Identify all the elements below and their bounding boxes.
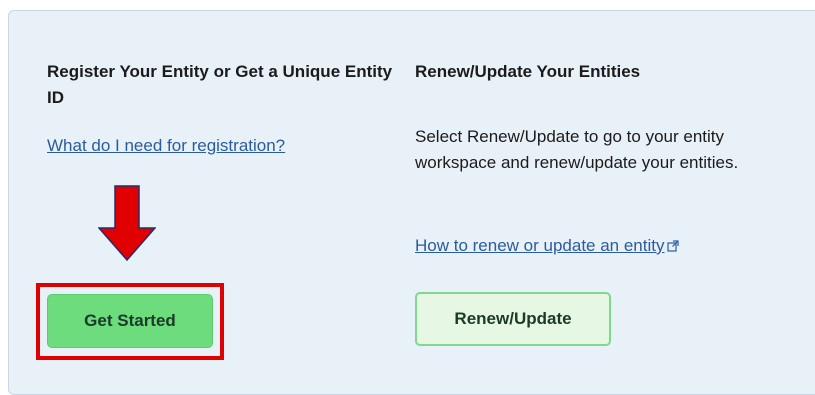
renew-update-heading: Renew/Update Your Entities: [415, 62, 641, 81]
get-started-button[interactable]: Get Started: [47, 294, 213, 348]
external-link-icon: [667, 240, 680, 252]
renew-update-help-link[interactable]: How to renew or update an entity: [415, 233, 680, 259]
renew-update-button[interactable]: Renew/Update: [415, 292, 611, 346]
register-entity-heading: Register Your Entity or Get a Unique Ent…: [47, 62, 393, 107]
registration-requirements-link[interactable]: What do I need for registration?: [47, 133, 285, 159]
renew-update-description: Select Renew/Update to go to your entity…: [415, 127, 739, 172]
down-arrow-annotation: [98, 185, 156, 261]
renew-update-help-link-text[interactable]: How to renew or update an entity: [415, 236, 664, 255]
